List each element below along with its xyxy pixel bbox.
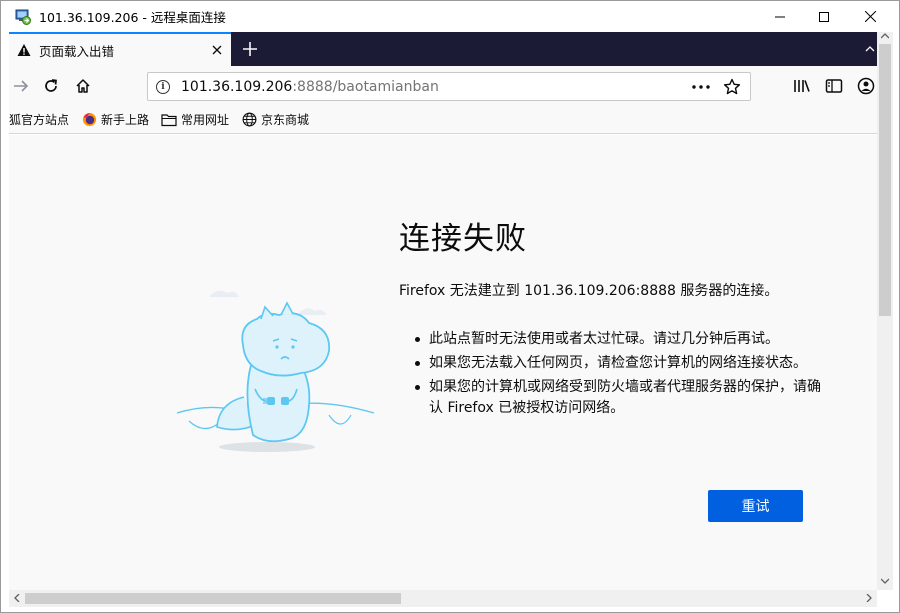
horizontal-scrollbar[interactable] (9, 590, 877, 607)
bookmarks-toolbar: 狐官方站点 新手上路 常用网址 京东商城 (9, 106, 877, 134)
list-item: 此站点暂时无法使用或者太过忙碌。请过几分钟后再试。 (413, 329, 823, 350)
tab-error-page[interactable]: 页面载入出错 (9, 32, 231, 66)
tab-strip: 页面载入出错 (9, 32, 877, 66)
sidebar-icon (825, 79, 843, 93)
reload-icon (45, 79, 57, 92)
info-icon[interactable]: i (156, 79, 170, 94)
bookmark-label: 京东商城 (261, 113, 310, 127)
scroll-right-arrow[interactable] (865, 593, 873, 605)
warning-icon (17, 43, 31, 57)
account-icon (857, 77, 875, 95)
maximize-button[interactable] (801, 1, 847, 32)
remote-desktop-icon (15, 9, 31, 25)
url-host: 101.36.109.206 (181, 78, 293, 95)
url-path: :8888/baotamianban (292, 78, 439, 95)
bookmark-getting-started[interactable]: 新手上路 (81, 111, 149, 128)
list-item: 如果您无法载入任何网页，请检查您计算机的网络连接状态。 (413, 353, 823, 374)
close-window-button[interactable] (847, 1, 893, 32)
bookmark-jd-mall[interactable]: 京东商城 (241, 111, 309, 128)
scroll-left-arrow[interactable] (13, 593, 21, 605)
globe-icon (241, 112, 257, 128)
scroll-down-arrow[interactable] (880, 577, 890, 588)
minimize-icon (775, 16, 785, 17)
library-icon (794, 80, 810, 92)
star-icon (723, 78, 741, 95)
chevron-left-icon (14, 593, 20, 603)
account-button[interactable] (854, 74, 878, 98)
bookmark-star-button[interactable] (722, 78, 742, 96)
navigation-toolbar: i 101.36.109.206:8888/baotamianban (9, 66, 877, 106)
minimize-button[interactable] (757, 1, 803, 32)
tab-title: 页面载入出错 (39, 43, 115, 59)
retry-button[interactable]: 重试 (708, 490, 803, 522)
tab-overflow-button[interactable] (863, 36, 877, 62)
home-button[interactable] (71, 74, 95, 98)
folder-icon (161, 112, 177, 128)
scroll-up-arrow[interactable] (880, 32, 890, 43)
firefox-icon (81, 112, 97, 128)
arrow-right-icon (14, 80, 29, 92)
error-illustration (169, 285, 389, 460)
plus-icon (243, 42, 257, 56)
vertical-scroll-thumb[interactable] (879, 44, 891, 316)
error-page: 连接失败 Firefox 无法建立到 101.36.109.206:8888 服… (9, 135, 877, 590)
error-title: 连接失败 (399, 221, 527, 257)
sidebar-button[interactable] (822, 74, 846, 98)
more-icon (692, 85, 710, 89)
error-suggestions: 此站点暂时无法使用或者太过忙碌。请过几分钟后再试。 如果您无法载入任何网页，请检… (413, 329, 823, 422)
chevron-right-icon (866, 593, 872, 603)
chevron-up-icon (865, 46, 875, 52)
url-bar[interactable]: i 101.36.109.206:8888/baotamianban (147, 72, 751, 101)
url-text[interactable]: 101.36.109.206:8888/baotamianban (181, 79, 439, 95)
tab-close-button[interactable] (209, 42, 225, 58)
rdp-titlebar[interactable]: 101.36.109.206 - 远程桌面连接 (1, 1, 899, 32)
bookmark-official-site[interactable]: 狐官方站点 (9, 111, 69, 128)
chevron-up-icon (880, 33, 890, 39)
maximize-icon (819, 11, 829, 22)
library-button[interactable] (790, 74, 814, 98)
chevron-down-icon (880, 578, 890, 584)
back-button[interactable] (9, 74, 33, 98)
rdp-window-title: 101.36.109.206 - 远程桌面连接 (39, 10, 226, 25)
reload-button[interactable] (39, 74, 63, 98)
new-tab-button[interactable] (237, 36, 263, 62)
error-description: Firefox 无法建立到 101.36.109.206:8888 服务器的连接… (399, 283, 779, 299)
home-icon (76, 79, 90, 93)
vertical-scrollbar[interactable] (877, 32, 893, 590)
horizontal-scroll-thumb[interactable] (25, 593, 401, 604)
bookmark-label: 新手上路 (101, 113, 150, 127)
close-icon (864, 11, 876, 22)
close-icon (212, 45, 222, 55)
list-item: 如果您的计算机或网络受到防火墙或者代理服务器的保护，请确认 Firefox 已被… (413, 377, 823, 419)
bookmark-folder-common-sites[interactable]: 常用网址 (161, 111, 229, 128)
bookmark-label: 常用网址 (181, 113, 230, 127)
page-actions-button[interactable] (692, 79, 710, 95)
remote-desktop-window: 101.36.109.206 - 远程桌面连接 页面载入出错 i 101.36.… (0, 0, 900, 613)
bookmark-label: 狐官方站点 (9, 113, 70, 127)
